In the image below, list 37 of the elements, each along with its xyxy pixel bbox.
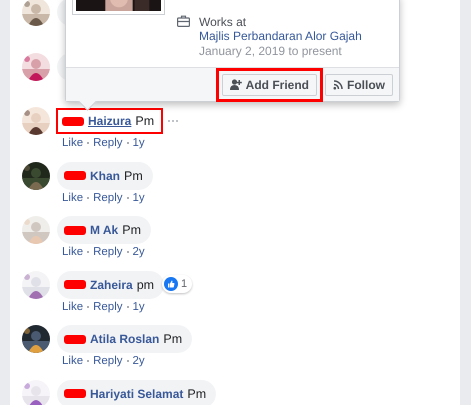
- comment-text: Pm: [187, 386, 206, 400]
- like-link[interactable]: Like: [62, 192, 84, 204]
- reply-link[interactable]: Reply: [93, 192, 123, 204]
- reply-link[interactable]: Reply: [93, 137, 123, 149]
- comment-age: 2y: [132, 355, 145, 367]
- comment-text: Pm: [135, 114, 154, 128]
- work-dates: January 2, 2019 to present: [199, 44, 343, 58]
- comment-text: pm: [136, 278, 154, 292]
- workplace-link[interactable]: Majlis Perbandaran Alor Gajah: [199, 29, 362, 43]
- like-link[interactable]: Like: [62, 246, 84, 258]
- rss-icon: [333, 80, 343, 90]
- commenter-name[interactable]: M Ak: [90, 223, 118, 237]
- comment-age: 1y: [132, 192, 145, 204]
- comment-text: Pm: [122, 223, 141, 237]
- comment-age: 2y: [132, 246, 145, 258]
- briefcase-icon: [177, 15, 190, 27]
- like-link[interactable]: Like: [62, 355, 84, 367]
- commenter-name[interactable]: Khan: [90, 168, 120, 182]
- reply-link[interactable]: Reply: [93, 246, 123, 258]
- add-friend-button[interactable]: Add Friend: [222, 74, 317, 96]
- commenter-name[interactable]: Haizura: [88, 114, 132, 128]
- like-link[interactable]: Like: [62, 300, 84, 312]
- comment-text: Pm: [163, 332, 182, 346]
- work-info: Works at Majlis Perbandaran Alor Gajah: [199, 15, 363, 43]
- commenter-name[interactable]: Atila Roslan: [90, 332, 160, 346]
- like-link[interactable]: Like: [62, 137, 84, 149]
- commenter-name[interactable]: Zaheira: [90, 278, 133, 292]
- comment-text: Pm: [124, 168, 143, 182]
- comment-age: 1y: [132, 300, 145, 312]
- comment-age: 1y: [132, 137, 145, 149]
- like-icon: [164, 276, 178, 290]
- reaction-count[interactable]: 1: [162, 274, 192, 292]
- commenter-name[interactable]: Hariyati Selamat: [90, 386, 184, 400]
- follow-button[interactable]: Follow: [325, 74, 393, 96]
- reply-link[interactable]: Reply: [93, 300, 123, 312]
- reply-link[interactable]: Reply: [93, 355, 123, 367]
- add-friend-icon: [230, 79, 242, 90]
